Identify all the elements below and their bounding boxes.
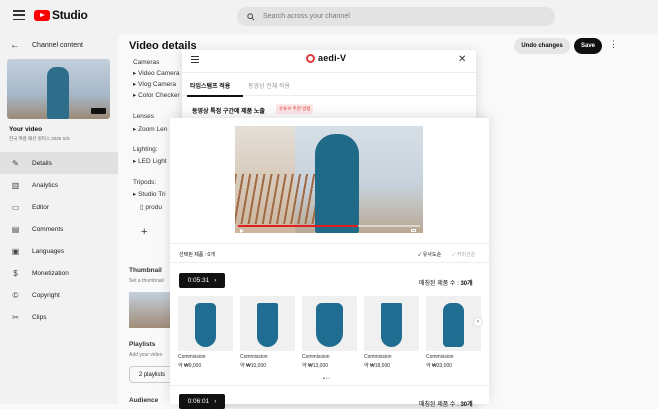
aedi-menu-icon[interactable]: [191, 56, 199, 63]
product-image: [178, 296, 233, 351]
sidebar-item-clips[interactable]: ✂ Clips: [0, 306, 118, 328]
sidebar-item-editor[interactable]: ▭ Editor: [0, 196, 118, 218]
audience-label: Audience: [129, 397, 159, 404]
sidebar-item-comments[interactable]: ▤ Comments: [0, 218, 118, 240]
aedi-tabs: 타임스탬프 적용 동영상 전체 적용: [182, 72, 476, 97]
tripods-label: Tripods:: [133, 179, 157, 186]
video-title: 한국 여름 패션 원피스 2025 S/S: [9, 136, 70, 141]
save-button[interactable]: Save: [574, 38, 602, 54]
playlists-desc: Add your video: [129, 352, 163, 358]
aedi-logo-icon: [306, 53, 315, 63]
add-icon[interactable]: +: [141, 226, 147, 238]
lens-item: ▸ Zoom Len: [133, 126, 168, 133]
video-thumbnail[interactable]: [7, 59, 110, 119]
playlists-select[interactable]: 2 playlists: [129, 366, 175, 383]
timestamp-button[interactable]: 0:06:01 ›: [179, 394, 225, 409]
progress-bar: [238, 225, 358, 227]
lenses-label: Lenses: [133, 113, 154, 120]
tripod-item: ▸ Studio Tri: [133, 191, 166, 198]
product-card[interactable]: Commission 약 ₩33,000: [426, 296, 481, 369]
recommended-badge: 유튜브 추천 방법: [276, 104, 314, 114]
lighting-label: Lighting:: [133, 146, 158, 153]
product-image: [240, 296, 295, 351]
thumbnail-label: Thumbnail: [129, 267, 162, 274]
product-card[interactable]: Commission 약 ₩9,000: [178, 296, 233, 369]
analytics-icon: ▥: [11, 180, 20, 190]
search-input[interactable]: Search across your channel: [237, 7, 555, 26]
product-card[interactable]: Commission 약 ₩18,000: [364, 296, 419, 369]
sidebar-item-details[interactable]: ✎ Details: [0, 152, 118, 174]
product-card[interactable]: Commission 약 ₩10,000: [240, 296, 295, 369]
lighting-item: ▸ LED Light: [133, 158, 167, 165]
product-image: [364, 296, 419, 351]
dollar-icon: $: [13, 268, 18, 278]
close-icon[interactable]: ✕: [458, 54, 466, 65]
sidebar-item-copyright[interactable]: © Copyright: [0, 284, 118, 306]
sidebar-item-monetization[interactable]: $ Monetization: [0, 262, 118, 284]
pencil-icon: ✎: [12, 158, 19, 168]
next-arrow-icon[interactable]: ›: [473, 317, 483, 327]
product-chip[interactable]: ▯ produ: [140, 203, 162, 211]
duration-badge: [91, 108, 106, 114]
more-options-icon[interactable]: ⋮: [609, 39, 618, 50]
product-image: [302, 296, 357, 351]
camera-item: ▸ Color Checker: [133, 92, 180, 99]
sidebar-nav: ✎ Details ▥ Analytics ▭ Editor ▤ Comment…: [0, 152, 118, 328]
product-list: Commission 약 ₩9,000 Commission 약 ₩10,000…: [178, 296, 488, 372]
copyright-icon: ©: [12, 290, 19, 300]
your-video-label: Your video: [9, 126, 43, 133]
timestamp-button[interactable]: 0:05:31 ›: [179, 273, 225, 288]
carousel-dots: •••: [323, 376, 332, 382]
search-icon: [247, 12, 255, 21]
sidebar-item-analytics[interactable]: ▥ Analytics: [0, 174, 118, 196]
thumbnail-option[interactable]: [129, 292, 171, 328]
thumbnail-desc: Set a thumbnail: [129, 278, 164, 284]
sort-similarity[interactable]: ✓ 유사도순: [418, 251, 441, 258]
undo-changes-button[interactable]: Undo changes: [514, 38, 570, 54]
selected-count: 선택된 제품 : 0개: [179, 252, 215, 258]
fullscreen-icon[interactable]: [411, 229, 416, 232]
match-count: 매칭된 제품 수 : 30개: [419, 281, 473, 287]
tab-underline: [187, 95, 243, 97]
chevron-right-icon: ›: [214, 277, 217, 284]
divider: [170, 385, 489, 386]
cameras-label: Cameras: [133, 59, 160, 66]
scissors-icon: ✂: [12, 312, 19, 322]
back-arrow-icon[interactable]: ←: [10, 40, 20, 51]
section-title: 동영상 특정 구간에 제품 노출: [192, 109, 265, 115]
top-bar: Studio Search across your channel: [0, 0, 658, 34]
tab-timestamp[interactable]: 타임스탬프 적용: [190, 81, 230, 90]
sidebar-title: Channel content: [32, 42, 83, 49]
product-panel: 선택된 제품 : 0개 ✓ 유사도순 ✓ 커미션순 0:05:31 › 매칭된 제…: [170, 118, 489, 409]
bag-icon: ▯: [140, 204, 144, 211]
sort-commission[interactable]: ✓ 커미션순: [452, 251, 475, 258]
sidebar: ← Channel content Your video 한국 여름 패션 원피…: [0, 34, 118, 404]
youtube-play-icon: [34, 9, 50, 21]
camera-item: ▸ Video Camera: [133, 70, 180, 77]
playlists-label: Playlists: [129, 341, 156, 348]
product-card[interactable]: Commission 약 ₩13,000: [302, 296, 357, 369]
hamburger-menu-icon[interactable]: [13, 10, 25, 20]
tab-whole-video[interactable]: 동영상 전체 적용: [248, 81, 290, 90]
selection-bar: 선택된 제품 : 0개 ✓ 유사도순 ✓ 커미션순: [170, 243, 489, 263]
editor-icon: ▭: [11, 202, 20, 212]
search-placeholder: Search across your channel: [263, 13, 350, 20]
languages-icon: ▣: [11, 246, 20, 256]
video-player[interactable]: [235, 126, 423, 233]
sidebar-item-languages[interactable]: ▣ Languages: [0, 240, 118, 262]
play-icon[interactable]: [240, 229, 244, 233]
aedi-logo: aedi-V: [306, 53, 346, 63]
comments-icon: ▤: [11, 224, 20, 234]
youtube-studio-logo[interactable]: Studio: [34, 8, 88, 22]
camera-item: ▸ Vlog Camera: [133, 81, 177, 88]
